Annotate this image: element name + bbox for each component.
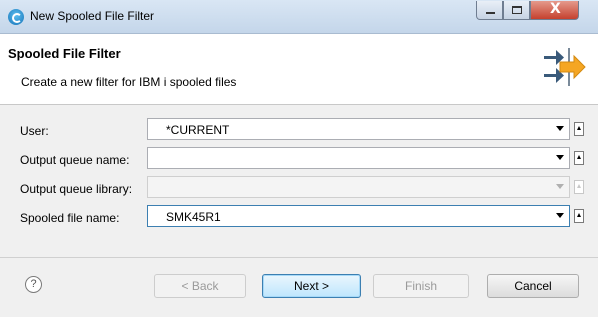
chevron-down-icon[interactable] bbox=[556, 155, 564, 160]
output-queue-library-combo bbox=[147, 176, 570, 198]
help-button[interactable]: ? bbox=[25, 276, 42, 293]
spooled-file-name-value: SMK45R1 bbox=[166, 210, 221, 224]
app-icon bbox=[8, 9, 24, 25]
user-value: *CURRENT bbox=[166, 123, 230, 137]
user-label: User: bbox=[20, 124, 49, 138]
chevron-down-icon[interactable] bbox=[556, 213, 564, 218]
page-title: Spooled File Filter bbox=[8, 46, 121, 61]
chevron-down-icon bbox=[556, 184, 564, 189]
cancel-button[interactable]: Cancel bbox=[487, 274, 579, 298]
window-title: New Spooled File Filter bbox=[30, 9, 155, 23]
finish-button: Finish bbox=[373, 274, 469, 298]
output-queue-name-label: Output queue name: bbox=[20, 153, 130, 167]
output-queue-library-label: Output queue library: bbox=[20, 182, 133, 196]
maximize-button[interactable] bbox=[503, 1, 530, 20]
spooled-file-name-label: Spooled file name: bbox=[20, 211, 120, 225]
maximize-icon bbox=[512, 6, 522, 14]
chevron-down-icon[interactable] bbox=[556, 126, 564, 131]
arrow-up-icon bbox=[577, 184, 581, 188]
arrow-up-icon bbox=[577, 126, 581, 130]
user-combo[interactable]: *CURRENT bbox=[147, 118, 570, 140]
footer-separator bbox=[0, 257, 598, 258]
wizard-banner: Spooled File Filter Create a new filter … bbox=[0, 34, 598, 105]
help-icon: ? bbox=[30, 278, 37, 290]
arrow-up-icon bbox=[577, 213, 581, 217]
close-icon: X bbox=[550, 1, 561, 17]
page-description: Create a new filter for IBM i spooled fi… bbox=[21, 75, 237, 89]
output-queue-name-history-button[interactable] bbox=[574, 151, 584, 165]
back-button: < Back bbox=[154, 274, 246, 298]
arrow-up-icon bbox=[577, 155, 581, 159]
minimize-icon bbox=[486, 12, 495, 14]
spooled-file-name-history-button[interactable] bbox=[574, 209, 584, 223]
close-button[interactable]: X bbox=[530, 1, 579, 20]
filter-wizard-icon bbox=[544, 48, 586, 86]
output-queue-library-history-button bbox=[574, 180, 584, 194]
next-button[interactable]: Next > bbox=[262, 274, 361, 298]
output-queue-name-combo[interactable] bbox=[147, 147, 570, 169]
title-bar: New Spooled File Filter X bbox=[0, 0, 598, 34]
user-history-button[interactable] bbox=[574, 122, 584, 136]
spooled-file-name-combo[interactable]: SMK45R1 bbox=[147, 205, 570, 227]
minimize-button[interactable] bbox=[476, 1, 503, 20]
